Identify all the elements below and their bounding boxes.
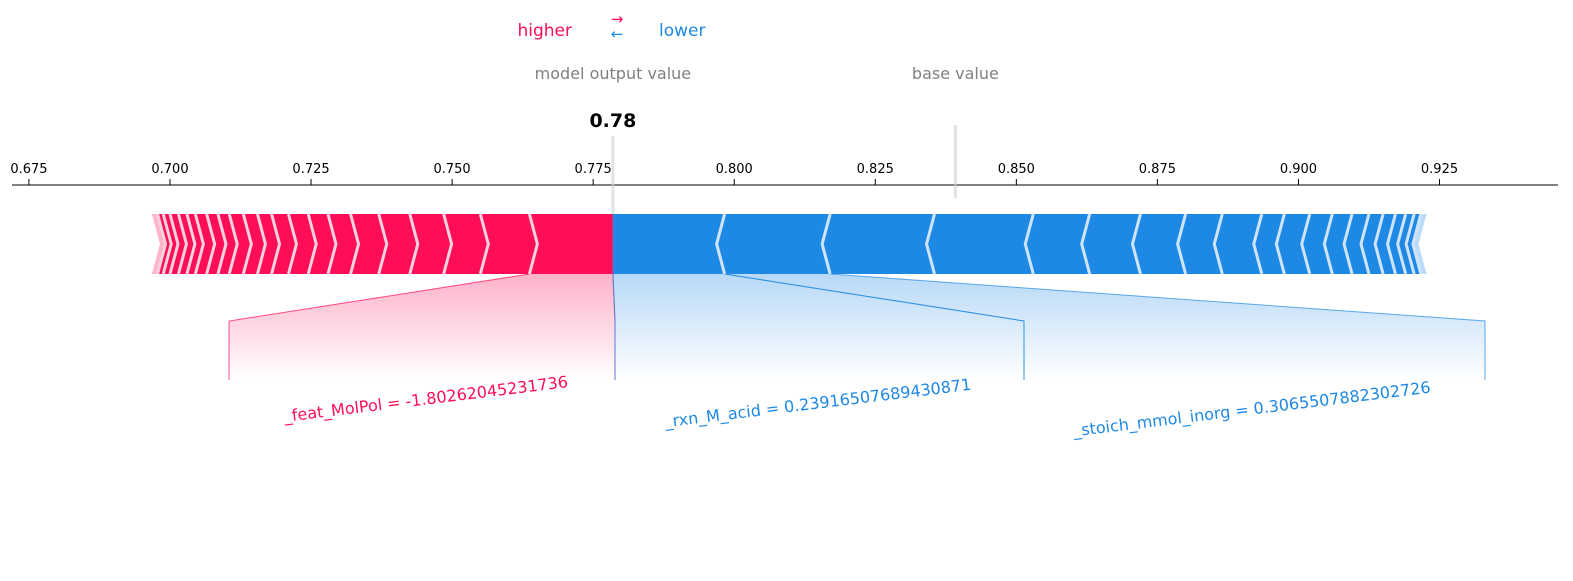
tick-label-4: 0.775 (575, 162, 612, 177)
base-value-label: base value (912, 64, 999, 83)
legend-arrow-left-icon: ← (611, 25, 624, 43)
callout-fill-0 (229, 274, 615, 380)
tick-label-1: 0.700 (151, 162, 188, 177)
x-axis-ticks: 0.675 0.700 0.725 0.750 0.775 0.800 0.825 0.850… (10, 162, 1458, 185)
feature-label-1: _rxn_M_acid = 0.23916507689430871 (663, 375, 973, 433)
tick-label-8: 0.875 (1139, 162, 1176, 177)
feature-callouts (228, 273, 1486, 380)
value-lines (611, 125, 957, 214)
output-value-number: 0.78 (589, 110, 636, 132)
tick-label-5: 0.800 (716, 162, 753, 177)
tick-label-2: 0.725 (292, 162, 329, 177)
tick-label-6: 0.825 (857, 162, 894, 177)
negative-bar-segment-3 (926, 214, 1034, 274)
legend-higher: higher (517, 21, 572, 41)
output-value-label: model output value (535, 64, 691, 83)
tick-label-0: 0.675 (10, 162, 47, 177)
feature-label-2: _stoich_mmol_inorg = 0.3065507882302726 (1071, 378, 1431, 442)
negative-bar-segment-4 (1025, 214, 1090, 274)
tick-label-3: 0.750 (433, 162, 470, 177)
tick-label-9: 0.900 (1280, 162, 1317, 177)
feature-labels: _feat_MolPol = -1.80262045231736 _rxn_M_a… (282, 372, 1432, 441)
tick-label-10: 0.925 (1421, 162, 1458, 177)
negative-bar-segment-2 (822, 214, 935, 274)
force-plot: higher → ← lower model output value base… (10, 10, 1558, 441)
tick-label-7: 0.850 (998, 162, 1035, 177)
feature-label-0: _feat_MolPol = -1.80262045231736 (282, 372, 569, 427)
legend-lower: lower (659, 21, 705, 41)
negative-bar-segment-0 (612, 214, 725, 274)
force-bars (151, 213, 1427, 275)
positive-bar-segment-0 (529, 214, 613, 274)
negative-bar-segment-1 (716, 214, 831, 274)
